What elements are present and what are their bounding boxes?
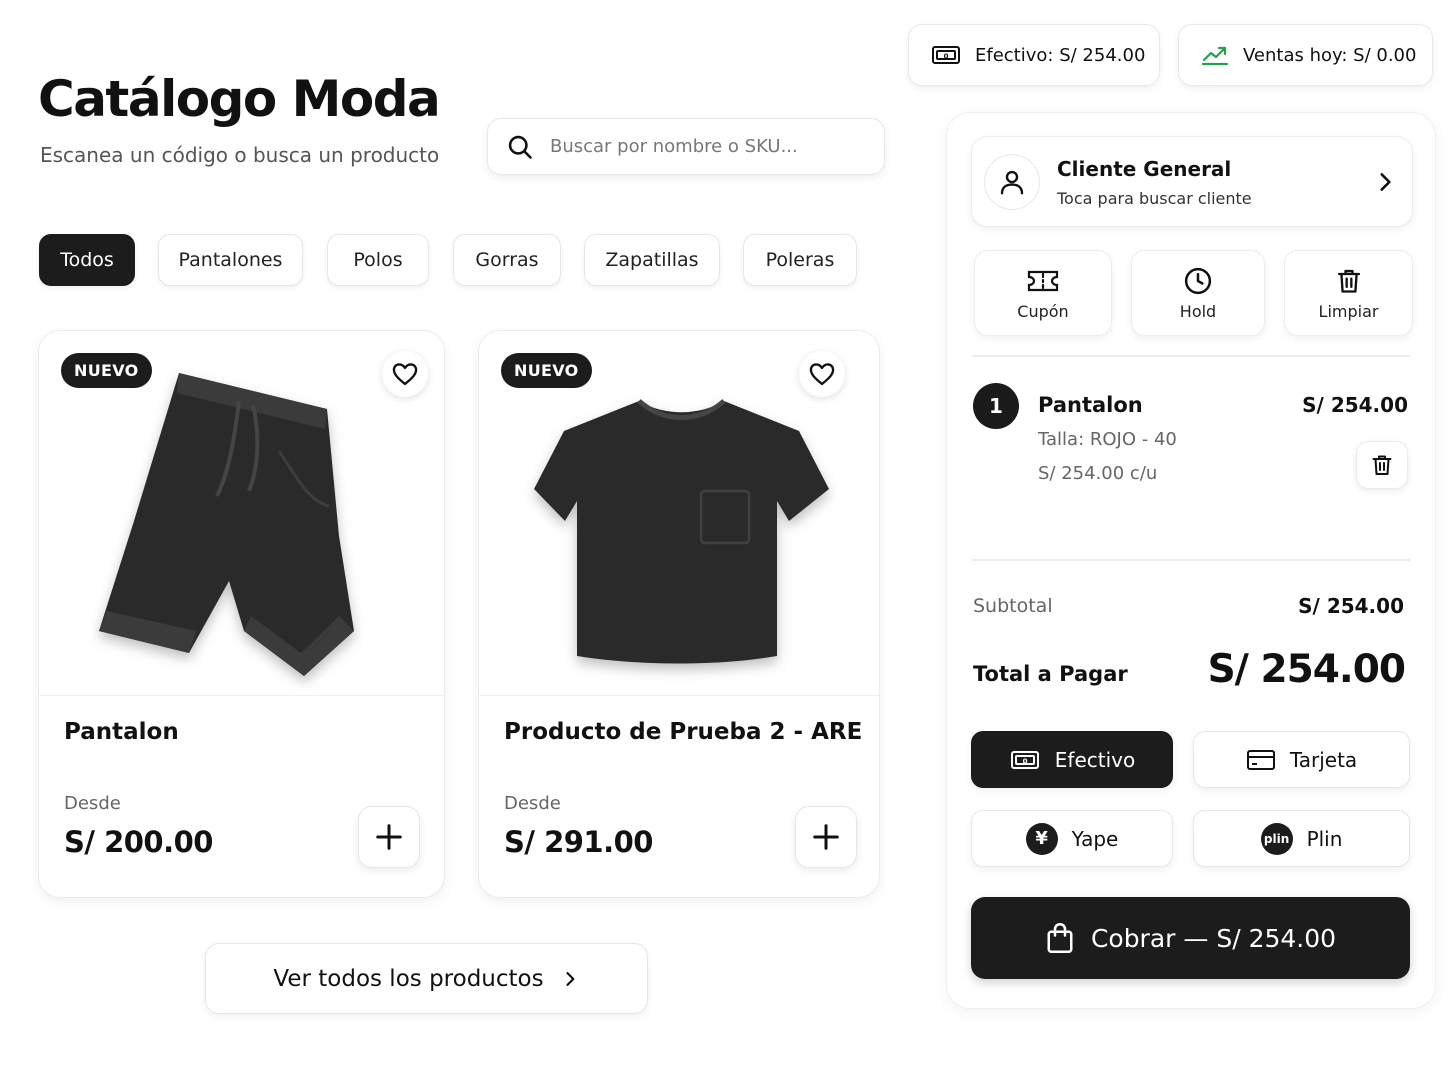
avatar bbox=[984, 154, 1040, 210]
new-badge: NUEVO bbox=[501, 353, 592, 388]
new-badge: NUEVO bbox=[61, 353, 152, 388]
plus-icon bbox=[376, 824, 402, 850]
product-name: Pantalon bbox=[64, 719, 179, 745]
charge-button[interactable]: Cobrar — S/ 254.00 bbox=[971, 897, 1410, 979]
plus-icon bbox=[813, 824, 839, 850]
product-price: S/ 291.00 bbox=[504, 825, 653, 859]
add-to-cart-button[interactable] bbox=[358, 806, 420, 868]
product-image: NUEVO bbox=[39, 331, 444, 696]
card-icon bbox=[1246, 749, 1275, 770]
divider bbox=[972, 559, 1410, 561]
yape-logo: ¥ bbox=[1025, 822, 1058, 855]
coupon-icon bbox=[1027, 270, 1059, 291]
search-bar[interactable] bbox=[487, 118, 885, 175]
cash-stat-value: S/ 254.00 bbox=[1059, 44, 1146, 66]
clear-button[interactable]: Limpiar bbox=[1284, 250, 1413, 336]
add-to-cart-button[interactable] bbox=[795, 806, 857, 868]
product-card[interactable]: NUEVO Pantalon Desde S/ 200.00 bbox=[38, 330, 445, 898]
category-chip-polos[interactable]: Polos bbox=[327, 234, 429, 286]
shopping-bag-icon bbox=[1047, 923, 1073, 953]
coupon-button[interactable]: Cupón bbox=[974, 250, 1112, 336]
subtotal-value: S/ 254.00 bbox=[1298, 594, 1404, 618]
payment-card-button[interactable]: Tarjeta bbox=[1193, 731, 1410, 788]
heart-icon bbox=[809, 363, 835, 386]
view-all-label: Ver todos los productos bbox=[273, 965, 544, 992]
charge-label: Cobrar — S/ 254.00 bbox=[1090, 923, 1337, 953]
sales-stat: Ventas hoy: S/ 0.00 bbox=[1178, 24, 1433, 86]
category-chip-todos[interactable]: Todos bbox=[39, 234, 135, 286]
cash-stat-label: Efectivo: bbox=[975, 44, 1054, 66]
total-label: Total a Pagar bbox=[973, 662, 1128, 686]
quantity-badge: 1 bbox=[973, 383, 1019, 429]
cart-item-total: S/ 254.00 bbox=[1302, 393, 1408, 417]
category-chip-zapatillas[interactable]: Zapatillas bbox=[584, 234, 720, 286]
cash-icon: 0 bbox=[932, 46, 960, 64]
coupon-label: Cupón bbox=[1017, 301, 1069, 321]
hold-label: Hold bbox=[1179, 301, 1217, 321]
heart-icon bbox=[392, 363, 418, 386]
client-selector[interactable]: Cliente General Toca para buscar cliente bbox=[971, 136, 1413, 227]
divider bbox=[972, 355, 1410, 357]
cash-stat: 0 Efectivo: S/ 254.00 bbox=[908, 24, 1160, 86]
total-value: S/ 254.00 bbox=[1207, 647, 1406, 692]
price-label: Desde bbox=[504, 793, 561, 814]
cart-item-name: Pantalon bbox=[1038, 393, 1143, 417]
sales-stat-value: S/ 0.00 bbox=[1353, 44, 1417, 66]
payment-plin-button[interactable]: plin Plin bbox=[1193, 810, 1410, 867]
checkout-panel bbox=[946, 112, 1436, 1009]
clock-icon bbox=[1184, 267, 1212, 294]
favorite-button[interactable] bbox=[382, 351, 428, 397]
cart-item-unit-price: S/ 254.00 c/u bbox=[1038, 463, 1158, 484]
view-all-products-button[interactable]: Ver todos los productos bbox=[205, 943, 648, 1014]
category-chip-gorras[interactable]: Gorras bbox=[453, 234, 561, 286]
plin-logo: plin bbox=[1260, 822, 1293, 855]
page-title: Catálogo Moda bbox=[38, 70, 441, 128]
category-chip-pantalones[interactable]: Pantalones bbox=[158, 234, 303, 286]
trash-icon bbox=[1372, 455, 1392, 475]
search-input[interactable] bbox=[550, 136, 860, 157]
svg-text:0: 0 bbox=[944, 53, 949, 61]
payment-cash-label: Efectivo bbox=[1054, 747, 1136, 772]
payment-card-label: Tarjeta bbox=[1289, 747, 1358, 772]
hold-button[interactable]: Hold bbox=[1131, 250, 1265, 336]
client-name: Cliente General bbox=[1057, 157, 1232, 181]
subtotal-label: Subtotal bbox=[973, 595, 1053, 617]
trash-icon bbox=[1337, 269, 1360, 293]
trend-up-icon bbox=[1201, 46, 1229, 66]
cash-icon: 0 bbox=[1010, 750, 1039, 769]
product-card[interactable]: NUEVO Producto de Prueba 2 - ARE Desde S… bbox=[478, 330, 880, 898]
remove-item-button[interactable] bbox=[1356, 441, 1408, 489]
svg-text:0: 0 bbox=[1022, 757, 1027, 765]
client-hint: Toca para buscar cliente bbox=[1057, 189, 1252, 208]
price-label: Desde bbox=[64, 793, 121, 814]
payment-yape-button[interactable]: ¥ Yape bbox=[971, 810, 1173, 867]
chevron-right-icon bbox=[566, 971, 575, 986]
payment-cash-button[interactable]: 0 Efectivo bbox=[971, 731, 1173, 788]
page-subtitle: Escanea un código o busca un producto bbox=[40, 143, 440, 167]
product-image: NUEVO bbox=[479, 331, 879, 696]
chevron-right-icon bbox=[1380, 173, 1391, 191]
clear-label: Limpiar bbox=[1318, 301, 1379, 321]
cart-item-variant: Talla: ROJO - 40 bbox=[1038, 429, 1177, 450]
user-icon bbox=[1000, 170, 1024, 195]
payment-plin-label: Plin bbox=[1306, 826, 1343, 851]
sales-stat-label: Ventas hoy: bbox=[1243, 44, 1348, 66]
favorite-button[interactable] bbox=[799, 351, 845, 397]
product-price: S/ 200.00 bbox=[64, 825, 213, 859]
payment-yape-label: Yape bbox=[1071, 826, 1119, 851]
category-chip-poleras[interactable]: Poleras bbox=[743, 234, 857, 286]
product-name: Producto de Prueba 2 - ARE bbox=[504, 719, 863, 745]
search-icon bbox=[508, 135, 532, 159]
